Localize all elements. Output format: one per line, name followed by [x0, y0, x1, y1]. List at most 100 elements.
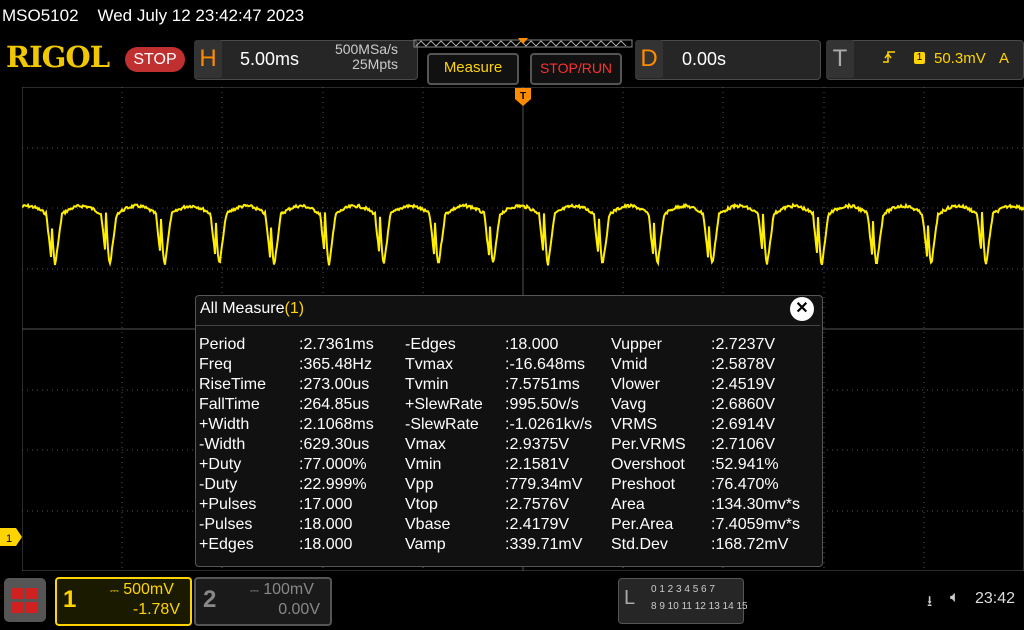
measure-item-value: :77.000% [299, 456, 367, 473]
measure-item-value: :76.470% [711, 476, 779, 493]
measure-item-name: Tvmax [405, 356, 453, 373]
delay-value: 0.00s [682, 49, 727, 69]
measure-item-value: :2.7361ms [299, 336, 374, 353]
measure-item-name: +SlewRate [405, 396, 483, 413]
datetime-label: Wed July 12 23:42:47 2023 [97, 6, 305, 25]
timebase-value: 5.00ms [240, 49, 300, 69]
rigol-logo: RIGOL [6, 40, 110, 74]
measure-item-name: FallTime [199, 396, 260, 413]
measure-item-value: :22.999% [299, 476, 367, 493]
trigger-source-badge: 1 [914, 52, 925, 64]
usb-icon: ⭳ [927, 593, 933, 610]
measure-item-name: Tvmin [405, 376, 449, 393]
ch1-marker-label: 1 [6, 533, 12, 545]
measure-item-value: :18.000 [299, 516, 353, 533]
trigger-panel[interactable] [826, 40, 1024, 80]
memory-position-indicator [413, 38, 633, 48]
measure-item-name: Vlower [611, 376, 660, 393]
ch2-scale-value: 100mV [263, 581, 314, 598]
measure-item-value: :2.6860V [711, 396, 776, 413]
ch1-offset: -1.78V [132, 601, 180, 618]
sample-rate: 500MSa/s [334, 41, 398, 57]
device-datetime-line: MSO5102 Wed July 12 23:42:47 2023 [2, 6, 304, 26]
ch2-offset: 0.00V [278, 601, 320, 618]
measure-title-text: All Measure [200, 300, 285, 317]
measure-item-name: Vupper [611, 336, 662, 353]
measure-item-value: :7.5751ms [505, 376, 580, 393]
measure-item-value: :52.941% [711, 456, 779, 473]
status-clock: 23:42 [975, 590, 1016, 607]
measure-item-name: -Duty [199, 476, 238, 493]
measure-item-name: Vbase [405, 516, 451, 533]
measure-item-name: Vamp [405, 536, 446, 553]
logic-channels-row-1: 0 1 2 3 4 5 6 7 [651, 584, 715, 595]
stop-status-button[interactable]: STOP [125, 47, 185, 72]
measure-item-name: +Edges [199, 536, 254, 553]
stop-run-button[interactable]: STOP/RUN [530, 53, 622, 85]
measure-item-value: :18.000 [505, 336, 559, 353]
measure-item-value: :995.50v/s [505, 396, 579, 413]
measure-item-name: Vavg [611, 396, 647, 413]
measure-item-value: :134.30mv*s [711, 496, 800, 513]
measure-item-name: Per.VRMS [611, 436, 686, 453]
trigger-letter: T [826, 40, 854, 78]
measure-item-name: Preshoot [611, 476, 676, 493]
measure-item-value: :2.5878V [711, 356, 776, 373]
measure-item-value: :779.34mV [505, 476, 583, 493]
memory-depth: 25Mpts [352, 56, 398, 72]
ch2-number: 2 [203, 586, 217, 613]
horizontal-letter: H [194, 40, 222, 78]
measure-item-value: :2.4519V [711, 376, 776, 393]
main-menu-button[interactable] [4, 578, 46, 622]
measure-item-value: :629.30us [299, 436, 370, 453]
measure-item-value: :7.4059mv*s [711, 516, 800, 533]
measure-item-name: Std.Dev [611, 536, 668, 553]
measure-item-value: :273.00us [299, 376, 370, 393]
measure-item-value: :17.000 [299, 496, 353, 513]
measure-item-value: :2.1068ms [299, 416, 374, 433]
measure-item-name: +Pulses [199, 496, 257, 513]
measure-item-name: Vmid [611, 356, 648, 373]
close-icon[interactable]: ✕ [790, 297, 814, 321]
measure-item-name: Vmax [405, 436, 446, 453]
logic-channels-row-2: 8 9 10 11 12 13 14 15 [651, 601, 748, 612]
measure-item-name: -Pulses [199, 516, 253, 533]
dc-coupling-icon: ⎓ [110, 585, 119, 597]
measure-item-name: Area [611, 496, 645, 513]
measure-item-value: :2.7576V [505, 496, 570, 513]
measure-item-value: :2.4179V [505, 516, 570, 533]
measure-item-name: -Width [199, 436, 246, 453]
logic-letter: L [624, 587, 636, 609]
measure-item-name: Vtop [405, 496, 438, 513]
measure-item-value: :2.7237V [711, 336, 776, 353]
trigger-marker-label: T [520, 91, 526, 102]
ch1-scale-value: 500mV [123, 581, 174, 598]
trigger-level: 50.3mV [934, 50, 986, 67]
trigger-position-marker[interactable]: T [515, 88, 531, 106]
measure-item-name: Freq [199, 356, 232, 373]
speaker-muted-icon[interactable]: 🔈︎ [950, 589, 960, 607]
measure-item-value: :2.1581V [505, 456, 570, 473]
measure-source-count: (1) [284, 300, 305, 317]
model-label: MSO5102 [2, 6, 79, 25]
measure-item-name: Period [199, 336, 246, 353]
ch1-number: 1 [63, 586, 77, 613]
measure-item-value: :264.85us [299, 396, 370, 413]
measure-item-name: Overshoot [611, 456, 685, 473]
measure-button[interactable]: Measure [427, 53, 519, 85]
measure-item-name: VRMS [611, 416, 658, 433]
measure-window-divider [196, 325, 820, 326]
ch1-scale: ⎓ 500mV [110, 581, 174, 599]
measure-item-name: Vmin [405, 456, 442, 473]
measure-item-name: -Edges [405, 336, 456, 353]
measure-item-name: RiseTime [199, 376, 266, 393]
measure-item-name: -SlewRate [405, 416, 479, 433]
ch1-offset-marker[interactable]: 1 [0, 528, 22, 546]
measure-item-value: :168.72mV [711, 536, 789, 553]
trigger-mode: A [999, 50, 1010, 67]
ch2-scale: ⎓ 100mV [250, 581, 314, 599]
dc-coupling-icon: ⎓ [250, 585, 259, 597]
measure-item-name: Vpp [405, 476, 434, 493]
measure-item-name: Per.Area [611, 516, 674, 533]
measure-item-value: :2.7106V [711, 436, 776, 453]
